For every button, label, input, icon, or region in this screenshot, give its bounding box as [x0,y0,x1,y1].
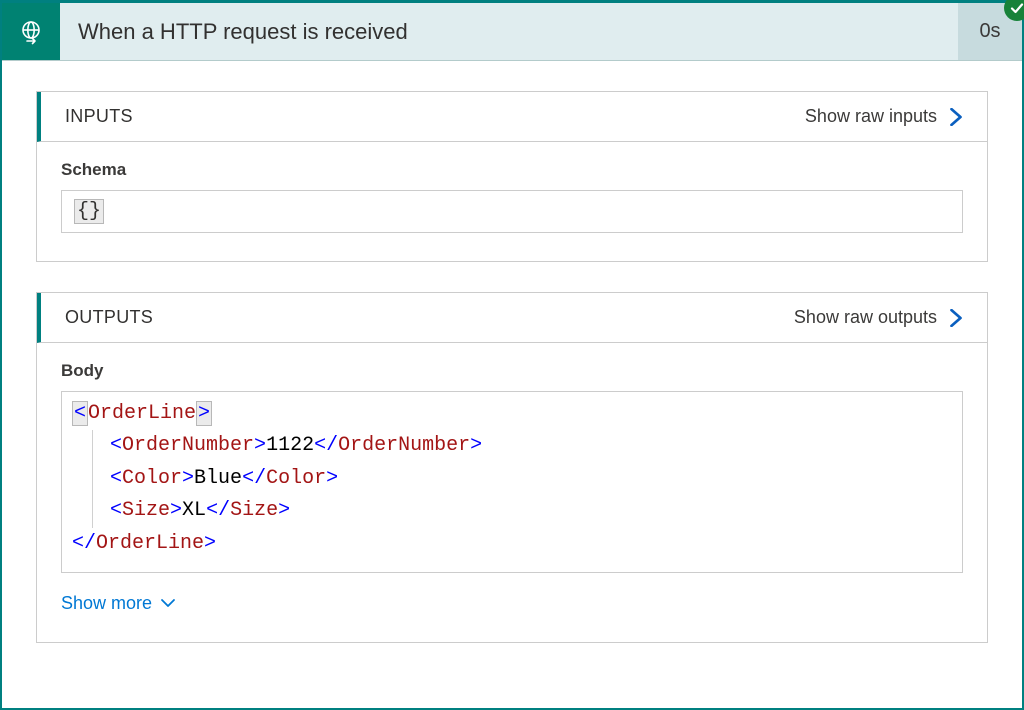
schema-label: Schema [61,160,963,180]
schema-value: {} [74,199,104,224]
body-label: Body [61,361,963,381]
show-raw-inputs-link[interactable]: Show raw inputs [805,106,965,127]
inputs-title: INPUTS [65,106,133,127]
trigger-title: When a HTTP request is received [60,3,958,60]
show-raw-outputs-link[interactable]: Show raw outputs [794,307,965,328]
chevron-right-icon [947,108,965,126]
inputs-body: Schema {} [37,142,987,261]
http-request-icon [2,3,60,60]
trigger-header[interactable]: When a HTTP request is received 0s [2,3,1022,61]
show-more-label: Show more [61,593,152,614]
inputs-panel: INPUTS Show raw inputs Schema {} [36,91,988,262]
outputs-body: Body <OrderLine><OrderNumber>1122</Order… [37,343,987,642]
chevron-right-icon [947,309,965,327]
inputs-panel-header: INPUTS Show raw inputs [37,92,987,142]
outputs-panel: OUTPUTS Show raw outputs Body <OrderLine… [36,292,988,643]
show-raw-inputs-label: Show raw inputs [805,106,937,127]
outputs-panel-header: OUTPUTS Show raw outputs [37,293,987,343]
schema-field[interactable]: {} [61,190,963,233]
body-xml-content[interactable]: <OrderLine><OrderNumber>1122</OrderNumbe… [61,391,963,573]
show-raw-outputs-label: Show raw outputs [794,307,937,328]
trigger-details: INPUTS Show raw inputs Schema {} OUTPUTS… [2,61,1022,663]
chevron-down-icon [160,595,176,611]
outputs-title: OUTPUTS [65,307,153,328]
show-more-link[interactable]: Show more [61,593,176,614]
